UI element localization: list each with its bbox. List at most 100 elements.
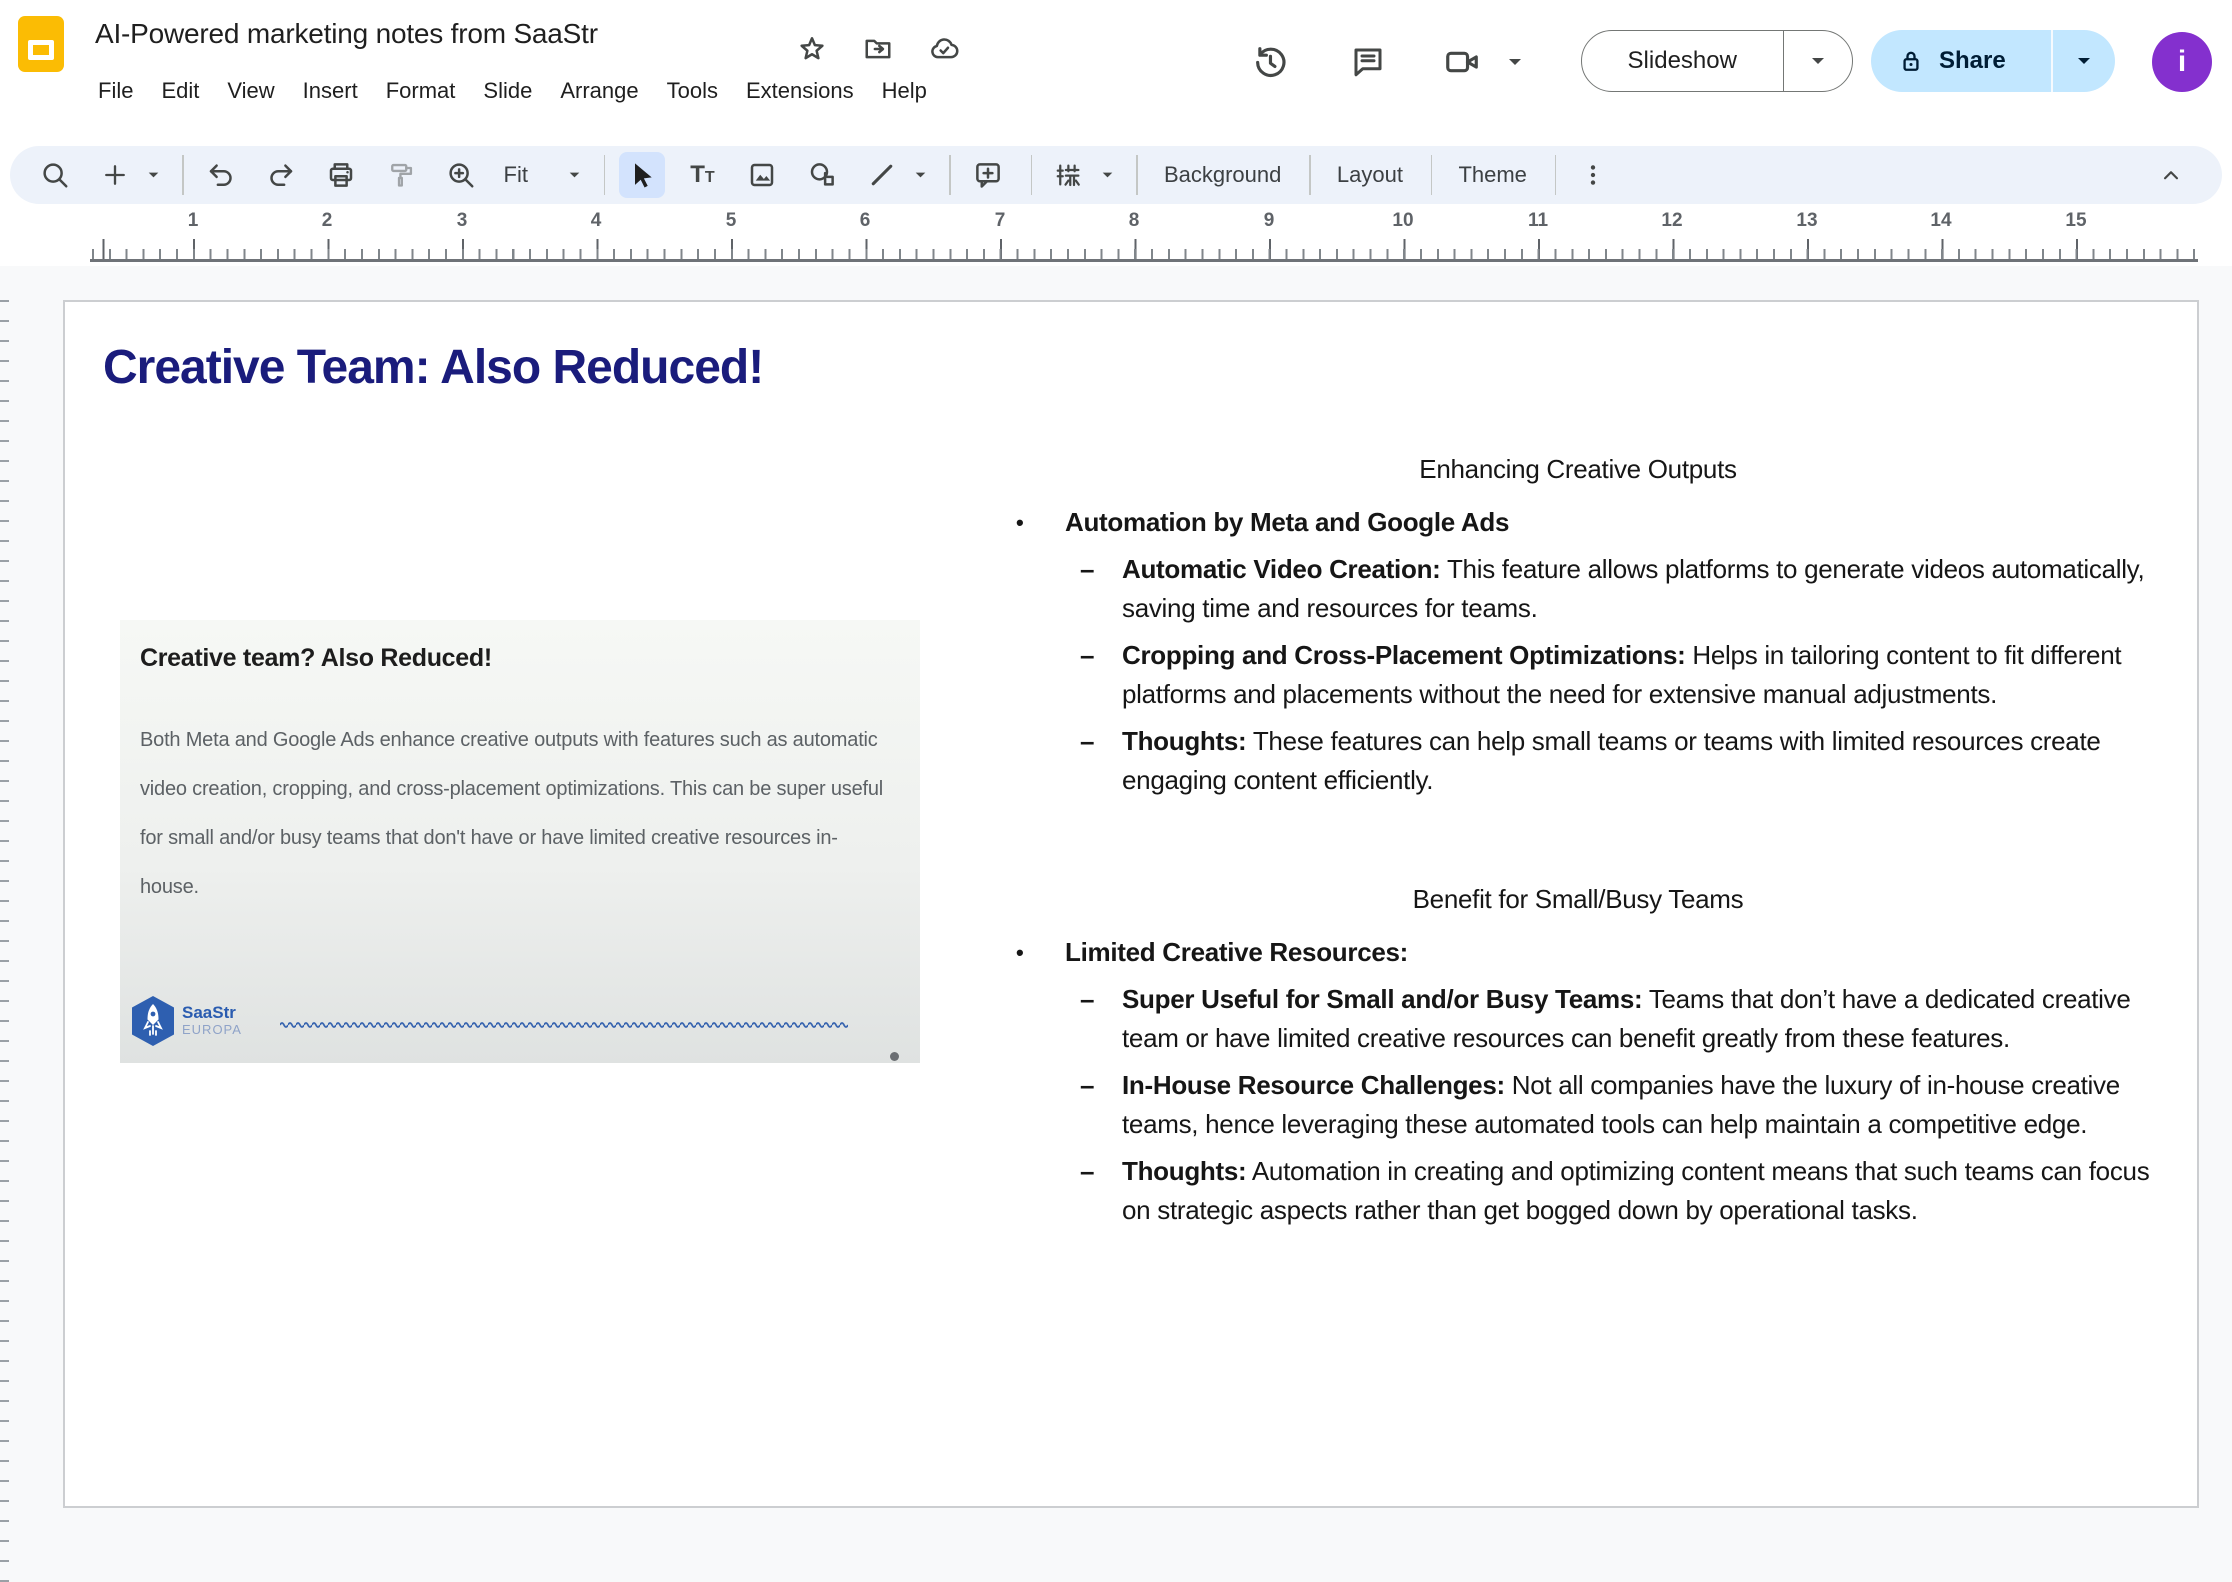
insert-line-icon[interactable] [859,152,905,198]
toolbar-divider [1309,155,1311,195]
theme-button[interactable]: Theme [1446,154,1538,196]
print-icon[interactable] [318,152,364,198]
list-item: • Automation by Meta and Google Ads [1002,503,2154,542]
slide-page[interactable]: Creative Team: Also Reduced! Creative te… [63,300,2199,1508]
ruler-number: 10 [1392,210,1413,232]
slide-text-body[interactable]: Enhancing Creative Outputs • Automation … [1002,450,2154,1230]
ruler-number: 6 [860,210,871,232]
menu-slide[interactable]: Slide [469,72,546,110]
new-slide-dropdown-icon[interactable] [140,152,166,198]
toolbar-divider [1031,155,1033,195]
section-heading: Benefit for Small/Busy Teams [1002,880,2154,919]
list-item: – Super Useful for Small and/or Busy Tea… [1002,980,2154,1058]
ruler-number: 3 [457,210,468,232]
slideshow-label: Slideshow [1582,47,1783,75]
paint-format-icon[interactable] [378,152,424,198]
slides-logo-icon[interactable] [18,16,64,72]
saastr-logo-icon [130,992,176,1050]
toolbar-divider [604,155,606,195]
version-history-icon[interactable] [1248,40,1292,84]
background-button[interactable]: Background [1152,154,1293,196]
section-heading: Enhancing Creative Outputs [1002,450,2154,489]
ruler-number: 15 [2065,210,2086,232]
camera-dropdown-icon[interactable] [1500,40,1530,84]
more-options-icon[interactable] [1570,152,1616,198]
screenshot-heading: Creative team? Also Reduced! [140,644,492,673]
share-dropdown-icon[interactable] [2053,56,2115,66]
ruler-number: 11 [1528,210,1548,232]
menu-tools[interactable]: Tools [653,72,732,110]
menu-edit[interactable]: Edit [147,72,213,110]
comments-icon[interactable] [1346,40,1390,84]
input-tools-icon[interactable] [1046,152,1092,198]
menu-format[interactable]: Format [372,72,470,110]
toolbar: Fit TT Background Layout [10,146,2222,204]
move-folder-icon[interactable] [861,32,895,66]
lock-icon [1897,47,1925,75]
input-tools-dropdown-icon[interactable] [1094,152,1120,198]
toolbar-divider [1555,155,1557,195]
insert-image-icon[interactable] [739,152,785,198]
ruler-number: 1 [188,210,199,232]
menu-help[interactable]: Help [868,72,941,110]
toolbar-divider [182,155,184,195]
search-menus-icon[interactable] [32,152,78,198]
content-section: Benefit for Small/Busy Teams • Limited C… [1002,880,2154,1230]
share-label: Share [1939,47,2051,75]
list-item: – Thoughts: Automation in creating and o… [1002,1152,2154,1230]
menu-insert[interactable]: Insert [289,72,372,110]
cloud-check-icon[interactable] [927,32,961,66]
ruler-number: 4 [591,210,602,232]
content-section: Enhancing Creative Outputs • Automation … [1002,450,2154,800]
add-comment-icon[interactable] [965,152,1011,198]
list-item: – Thoughts: These features can help smal… [1002,722,2154,800]
list-item: • Limited Creative Resources: [1002,933,2154,972]
slideshow-dropdown-icon[interactable] [1784,56,1852,66]
zoom-fit-select[interactable]: Fit [504,162,528,188]
toolbar-divider [1136,155,1138,195]
embedded-screenshot[interactable]: Creative team? Also Reduced! Both Meta a… [120,620,920,1063]
video-camera-icon[interactable] [1440,40,1484,84]
share-button[interactable]: Share [1871,30,2115,92]
ruler-number: 12 [1661,210,1682,232]
vertical-ruler [0,300,9,1582]
menu-view[interactable]: View [213,72,288,110]
menu-arrange[interactable]: Arrange [546,72,652,110]
new-slide-icon[interactable] [92,152,138,198]
toolbar-divider [1431,155,1433,195]
ruler-number: 14 [1930,210,1951,232]
document-title[interactable]: AI-Powered marketing notes from SaaStr [95,18,598,50]
zoom-icon[interactable] [438,152,484,198]
menu-file[interactable]: File [84,72,147,110]
saastr-logo-text: SaaStr [182,1004,242,1021]
layout-button[interactable]: Layout [1325,154,1415,196]
slide-canvas-area: Creative Team: Also Reduced! Creative te… [0,266,2232,1582]
insert-shape-icon[interactable] [799,152,845,198]
ruler-number: 13 [1796,210,1817,232]
line-dropdown-icon[interactable] [907,152,933,198]
ruler-number: 2 [322,210,333,232]
google-slides-window: AI-Powered marketing notes from SaaStr F… [0,0,2232,1582]
list-item: – In-House Resource Challenges: Not all … [1002,1066,2154,1144]
screenshot-body: Both Meta and Google Ads enhance creativ… [140,716,896,912]
zoom-fit-dropdown-icon[interactable] [562,152,588,198]
undo-icon[interactable] [198,152,244,198]
menu-bar: File Edit View Insert Format Slide Arran… [84,72,941,110]
list-item: – Automatic Video Creation: This feature… [1002,550,2154,628]
menu-extensions[interactable]: Extensions [732,72,868,110]
slideshow-button[interactable]: Slideshow [1581,30,1853,92]
wavy-line-decoration [280,1018,848,1028]
ruler-ticks [90,237,2198,262]
text-box-icon[interactable]: TT [679,152,725,198]
header: AI-Powered marketing notes from SaaStr F… [0,0,2232,140]
collapse-toolbar-icon[interactable] [2148,152,2194,198]
toolbar-divider [949,155,951,195]
redo-icon[interactable] [258,152,304,198]
ruler-number: 8 [1129,210,1140,232]
slide-title[interactable]: Creative Team: Also Reduced! [103,340,763,395]
star-icon[interactable] [795,32,829,66]
avatar[interactable]: i [2152,32,2212,92]
ruler-number: 5 [726,210,737,232]
ruler-number: 7 [995,210,1006,232]
select-cursor-tool[interactable] [619,152,665,198]
